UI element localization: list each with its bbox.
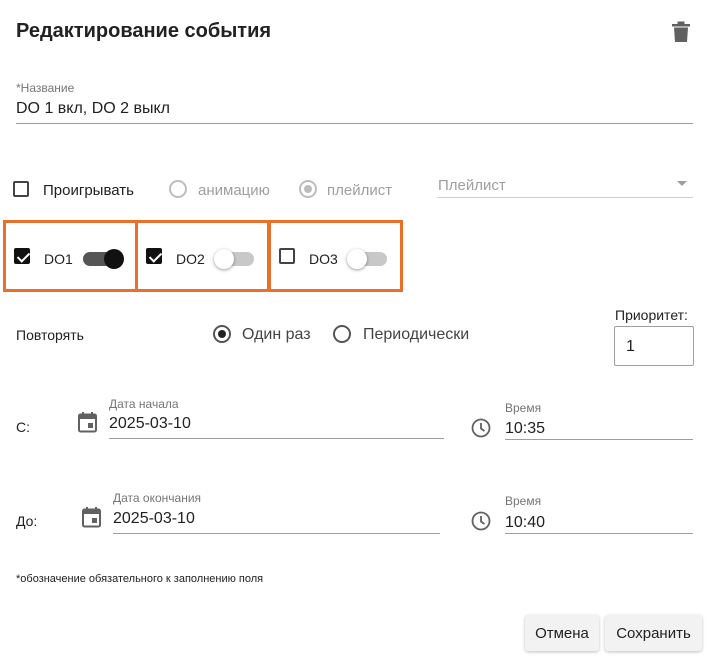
animation-label: анимацию — [198, 182, 270, 199]
do1-group: DO1 — [3, 220, 138, 292]
clock-icon[interactable] — [471, 511, 491, 531]
do2-switch-knob[interactable] — [214, 249, 234, 269]
start-time-label: Время — [505, 401, 542, 415]
end-date-underline — [113, 533, 440, 534]
playlist-select-underline — [437, 197, 693, 198]
do3-switch-knob[interactable] — [347, 249, 367, 269]
clock-icon[interactable] — [471, 418, 491, 438]
once-label: Один раз — [242, 326, 311, 343]
do1-switch-knob[interactable] — [104, 249, 124, 269]
name-field-label: *Название — [16, 81, 75, 95]
priority-label: Приоритет: — [615, 307, 688, 323]
do1-label: DO1 — [44, 251, 73, 267]
dialog-title: Редактирование события — [16, 20, 272, 42]
radio-playlist[interactable] — [299, 180, 317, 198]
from-label: С: — [16, 419, 30, 435]
chevron-down-icon — [677, 181, 687, 186]
do3-group: DO3 — [268, 220, 403, 292]
playlist-label: плейлист — [327, 182, 393, 199]
start-date-label: Дата начала — [109, 397, 179, 411]
trash-icon[interactable] — [671, 21, 691, 43]
play-checkbox[interactable] — [13, 181, 29, 197]
end-time-input[interactable]: 10:40 — [505, 514, 545, 532]
end-time-underline — [505, 533, 693, 534]
save-button[interactable]: Сохранить — [605, 615, 702, 651]
do3-checkbox[interactable] — [279, 248, 295, 264]
playlist-select[interactable]: Плейлист — [438, 177, 506, 194]
do1-checkbox[interactable] — [14, 248, 30, 264]
repeat-label: Повторять — [16, 327, 84, 343]
start-date-underline — [109, 438, 444, 439]
do2-checkbox[interactable] — [146, 248, 162, 264]
do2-label: DO2 — [176, 251, 205, 267]
end-date-label: Дата окончания — [113, 491, 202, 505]
radio-animation[interactable] — [169, 180, 187, 198]
start-time-underline — [505, 439, 693, 440]
play-label: Проигрывать — [43, 182, 134, 199]
start-date-input[interactable]: 2025-03-10 — [109, 415, 191, 433]
priority-input[interactable]: 1 — [614, 326, 694, 366]
start-time-input[interactable]: 10:35 — [505, 420, 545, 438]
periodic-label: Периодически — [363, 326, 470, 343]
radio-periodic[interactable] — [333, 325, 351, 343]
do2-group: DO2 — [135, 220, 270, 292]
radio-once[interactable] — [213, 325, 231, 343]
calendar-icon[interactable] — [82, 507, 101, 528]
required-footnote: *обозначение обязательного к заполнению … — [16, 573, 264, 585]
end-date-input[interactable]: 2025-03-10 — [113, 510, 195, 528]
do3-label: DO3 — [309, 251, 338, 267]
end-time-label: Время — [505, 494, 542, 508]
cancel-button[interactable]: Отмена — [525, 615, 599, 651]
name-field-underline — [16, 123, 693, 124]
to-label: До: — [16, 513, 38, 529]
name-field-input[interactable]: DO 1 вкл, DO 2 выкл — [16, 100, 170, 118]
calendar-icon[interactable] — [78, 412, 97, 433]
